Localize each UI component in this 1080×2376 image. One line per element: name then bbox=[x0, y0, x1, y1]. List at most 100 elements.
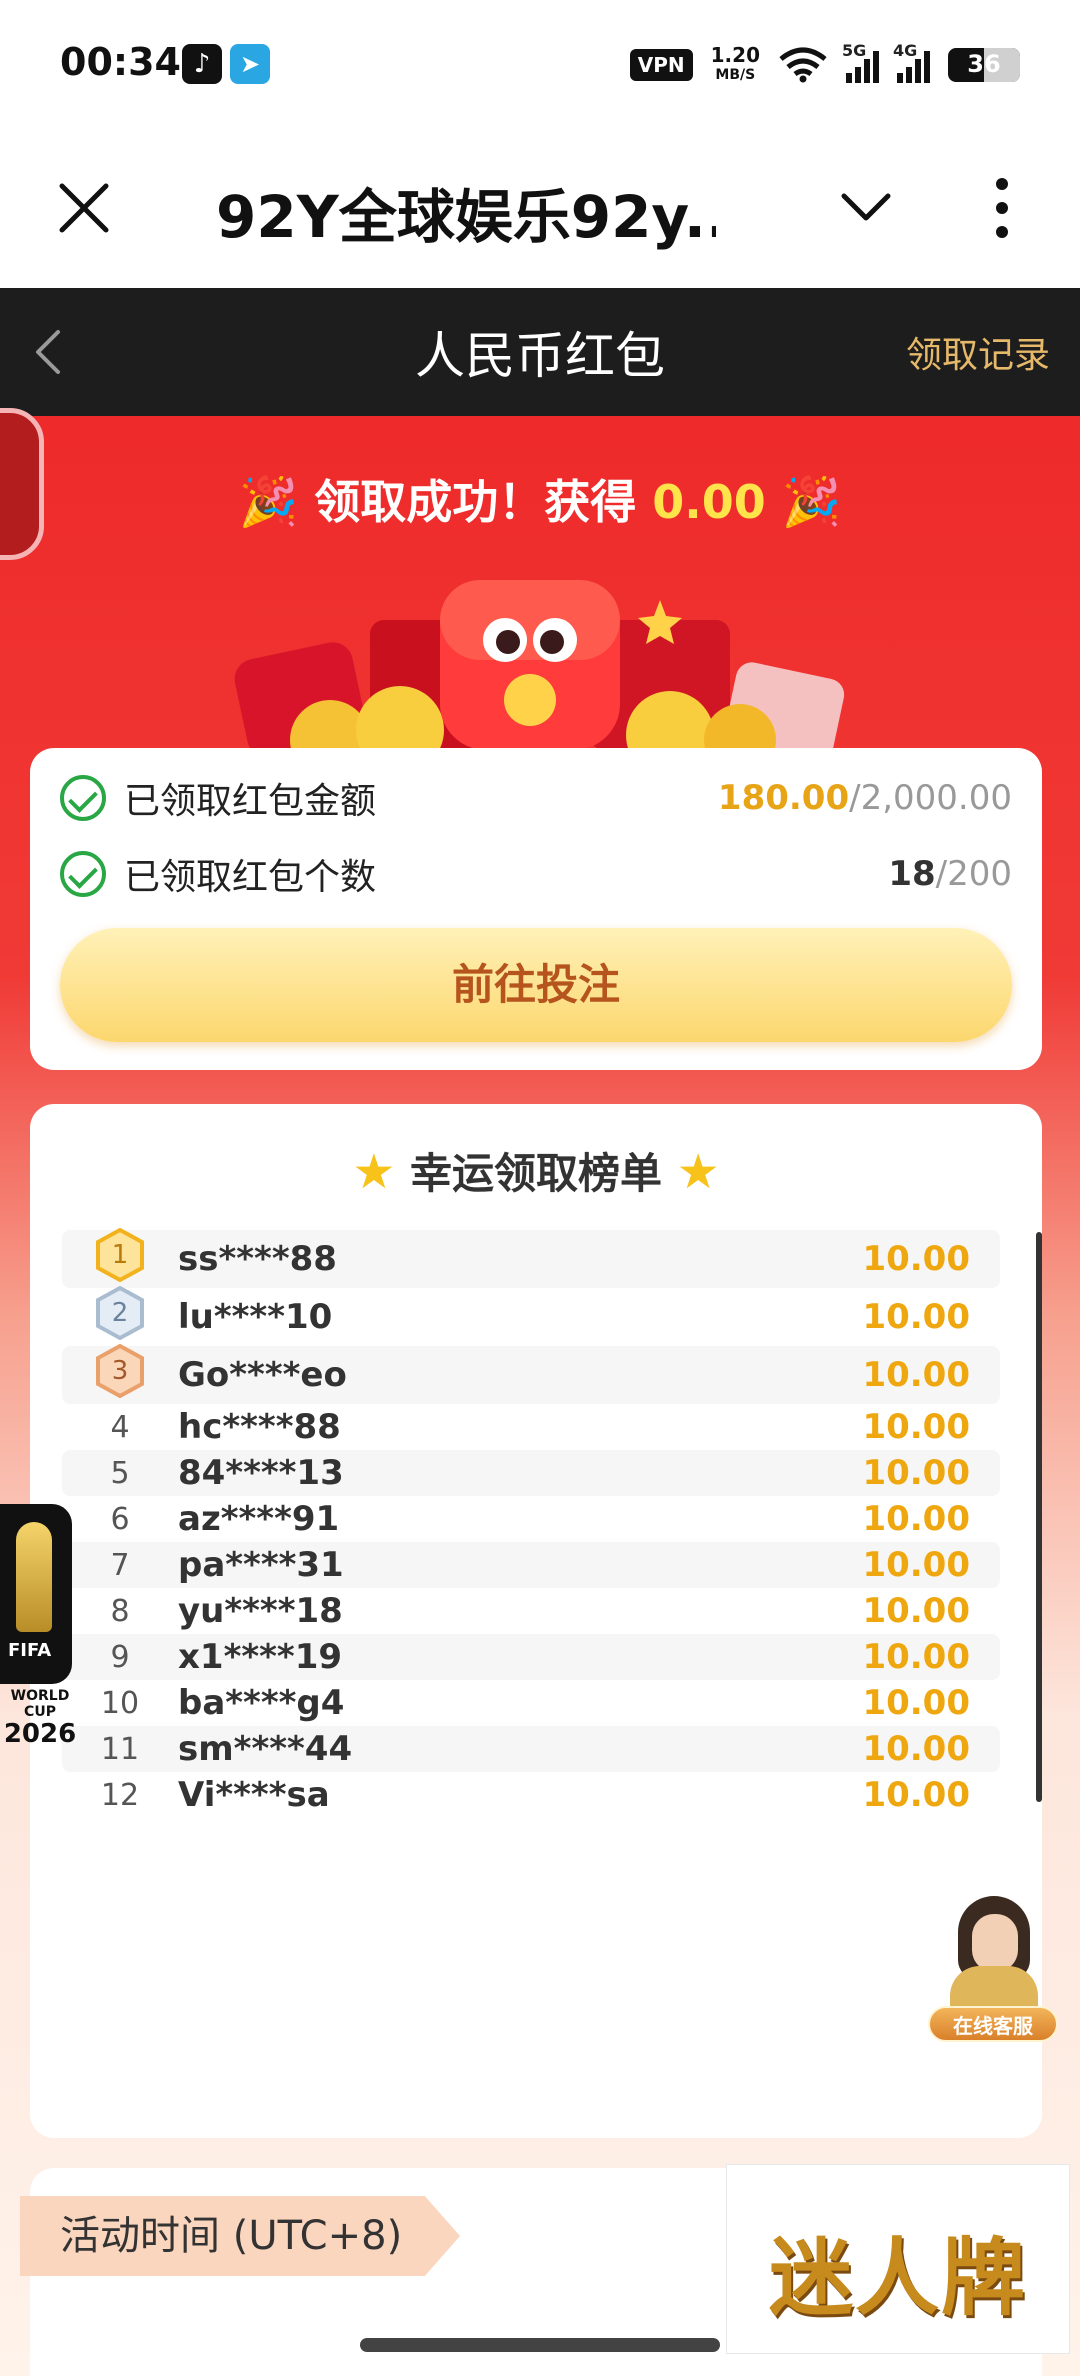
go-bet-button[interactable]: 前往投注 bbox=[60, 928, 1012, 1042]
tiktok-icon: ♪ bbox=[182, 44, 222, 84]
leaderboard-amount: 10.00 bbox=[862, 1637, 970, 1677]
leaderboard-rank: 2 bbox=[62, 1285, 178, 1348]
leaderboard-card[interactable]: ★ 幸运领取榜单 ★ 1 ss****88 10.00 2 lu****10 10.00 3… bbox=[30, 1104, 1042, 2138]
leaderboard-amount: 10.00 bbox=[862, 1499, 970, 1539]
app-header: 人民币红包 领取记录 bbox=[0, 288, 1080, 416]
check-circle-icon bbox=[60, 851, 106, 897]
signal-4g-label: 4G bbox=[893, 41, 918, 60]
browser-toolbar: 92Y全球娱乐92y... bbox=[0, 130, 1080, 288]
activity-time-tag: 活动时间 (UTC+8) bbox=[20, 2196, 460, 2276]
leaderboard-username: x1****19 bbox=[178, 1637, 343, 1677]
home-indicator[interactable] bbox=[360, 2338, 720, 2352]
leaderboard-username: ba****g4 bbox=[178, 1683, 345, 1723]
leaderboard-rank: 12 bbox=[100, 1777, 140, 1813]
status-bar: 00:34 ♪ ➤ VPN 1.20 MB/S 5G 4G 36 bbox=[0, 0, 1080, 130]
claim-success-banner: 🎉 领取成功！获得 0.00 🎉 bbox=[0, 466, 1080, 532]
leaderboard-row: 4 hc****88 10.00 bbox=[62, 1404, 1000, 1450]
telegram-icon: ➤ bbox=[230, 44, 270, 84]
vpn-badge: VPN bbox=[629, 49, 693, 81]
claimed-count-row: 已领取红包个数 18/200 bbox=[60, 844, 1012, 904]
leaderboard-username: Go****eo bbox=[178, 1355, 347, 1395]
customer-service-button[interactable]: 在线客服 bbox=[928, 1896, 1058, 2042]
leaderboard-username: hc****88 bbox=[178, 1407, 341, 1447]
claimed-amount-label: 已领取红包金额 bbox=[124, 781, 377, 822]
leaderboard-amount: 10.00 bbox=[862, 1297, 970, 1337]
leaderboard-username: ss****88 bbox=[178, 1239, 337, 1279]
leaderboard-amount: 10.00 bbox=[862, 1355, 970, 1395]
leaderboard-amount: 10.00 bbox=[862, 1239, 970, 1279]
leaderboard-amount: 10.00 bbox=[862, 1453, 970, 1493]
leaderboard-amount: 10.00 bbox=[862, 1729, 970, 1769]
rank-medal-icon: 1 bbox=[95, 1227, 145, 1283]
leaderboard-rank: 1 bbox=[62, 1227, 178, 1290]
fifa-caption-text: WORLD CUP bbox=[10, 1688, 70, 1720]
claimed-count-label: 已领取红包个数 bbox=[124, 857, 377, 898]
leaderboard-amount: 10.00 bbox=[862, 1591, 970, 1631]
status-time: 00:34 bbox=[60, 40, 181, 84]
leaderboard-title-text: 幸运领取榜单 bbox=[409, 1149, 662, 1198]
claimed-amount-row: 已领取红包金额 180.00/2,000.00 bbox=[60, 768, 1012, 828]
chevron-down-icon[interactable] bbox=[838, 184, 894, 232]
leaderboard-rank: 6 bbox=[110, 1501, 130, 1537]
leaderboard-row: 9 x1****19 10.00 bbox=[62, 1634, 1000, 1680]
success-text: 领取成功！获得 bbox=[314, 475, 637, 529]
signal-5g-label: 5G bbox=[842, 41, 867, 60]
amount-total: /2,000.00 bbox=[849, 778, 1012, 818]
rank-number: 3 bbox=[111, 1356, 129, 1386]
leaderboard-rank: 9 bbox=[110, 1639, 130, 1675]
star-icon: ★ bbox=[352, 1144, 396, 1200]
customer-service-label: 在线客服 bbox=[928, 2006, 1058, 2042]
check-circle-icon bbox=[60, 775, 106, 821]
party-popper-icon: 🎉 bbox=[781, 474, 842, 530]
close-icon[interactable] bbox=[56, 180, 112, 236]
browser-page-title: 92Y全球娱乐92y... bbox=[216, 183, 716, 251]
leaderboard-list[interactable]: 1 ss****88 10.00 2 lu****10 10.00 3 Go****eo 10.… bbox=[62, 1227, 1000, 1818]
rank-number: 2 bbox=[111, 1298, 129, 1328]
claimed-amount-value: 180.00/2,000.00 bbox=[718, 778, 1012, 818]
status-icons: VPN 1.20 MB/S 5G 4G 36 bbox=[629, 40, 1020, 90]
leaderboard-row: 11 sm****44 10.00 bbox=[62, 1726, 1000, 1772]
red-envelope-mascot-illustration bbox=[234, 580, 845, 750]
count-total: /200 bbox=[935, 854, 1012, 894]
leaderboard-amount: 10.00 bbox=[862, 1775, 970, 1815]
leaderboard-row: 2 lu****10 10.00 bbox=[62, 1285, 1000, 1348]
claimed-count-value: 18/200 bbox=[888, 854, 1012, 894]
leaderboard-amount: 10.00 bbox=[862, 1683, 970, 1723]
wifi-icon bbox=[779, 47, 827, 83]
leaderboard-rank: 3 bbox=[62, 1343, 178, 1406]
leaderboard-username: 84****13 bbox=[178, 1453, 344, 1493]
leaderboard-row: 5 84****13 10.00 bbox=[62, 1450, 1000, 1496]
star-icon: ★ bbox=[676, 1144, 720, 1200]
agent-avatar-face bbox=[972, 1914, 1018, 1972]
leaderboard-row: 7 pa****31 10.00 bbox=[62, 1542, 1000, 1588]
claim-record-link[interactable]: 领取记录 bbox=[906, 326, 1050, 378]
summary-card: 已领取红包金额 180.00/2,000.00 已领取红包个数 18/200 前… bbox=[30, 748, 1042, 1070]
leaderboard-title: ★ 幸运领取榜单 ★ bbox=[30, 1140, 1042, 1201]
leaderboard-scrollbar[interactable] bbox=[1036, 1232, 1042, 1802]
leaderboard-username: lu****10 bbox=[178, 1297, 333, 1337]
leaderboard-row: 3 Go****eo 10.00 bbox=[62, 1343, 1000, 1406]
party-popper-icon: 🎉 bbox=[238, 474, 299, 530]
leaderboard-row: 12 Vi****sa 10.00 bbox=[62, 1772, 1000, 1818]
fifa-logo-text: FIFA bbox=[8, 1640, 52, 1661]
network-speed-unit: MB/S bbox=[715, 67, 756, 83]
network-speed: 1.20 MB/S bbox=[711, 45, 760, 85]
leaderboard-username: yu****18 bbox=[178, 1591, 343, 1631]
claimed-amount: 180.00 bbox=[717, 778, 850, 818]
brand-logo[interactable]: 迷人牌 bbox=[726, 2164, 1070, 2354]
success-amount: 0.00 bbox=[652, 475, 766, 529]
fifa-world-cup-badge[interactable]: FIFA WORLD CUP 2026 bbox=[0, 1504, 76, 1748]
leaderboard-username: Vi****sa bbox=[178, 1775, 330, 1815]
signal-5g-icon: 5G bbox=[842, 41, 879, 83]
leaderboard-row: 6 az****91 10.00 bbox=[62, 1496, 1000, 1542]
fifa-year: 2026 bbox=[3, 1719, 77, 1749]
leaderboard-rank: 7 bbox=[110, 1547, 130, 1583]
leaderboard-row: 10 ba****g4 10.00 bbox=[62, 1680, 1000, 1726]
signal-4g-icon: 4G bbox=[893, 41, 930, 83]
leaderboard-rank: 4 bbox=[110, 1409, 130, 1445]
rank-number: 1 bbox=[111, 1240, 129, 1270]
network-speed-value: 1.20 bbox=[710, 43, 760, 67]
more-icon[interactable] bbox=[990, 176, 1014, 240]
leaderboard-username: sm****44 bbox=[178, 1729, 353, 1769]
leaderboard-row: 1 ss****88 10.00 bbox=[62, 1227, 1000, 1290]
